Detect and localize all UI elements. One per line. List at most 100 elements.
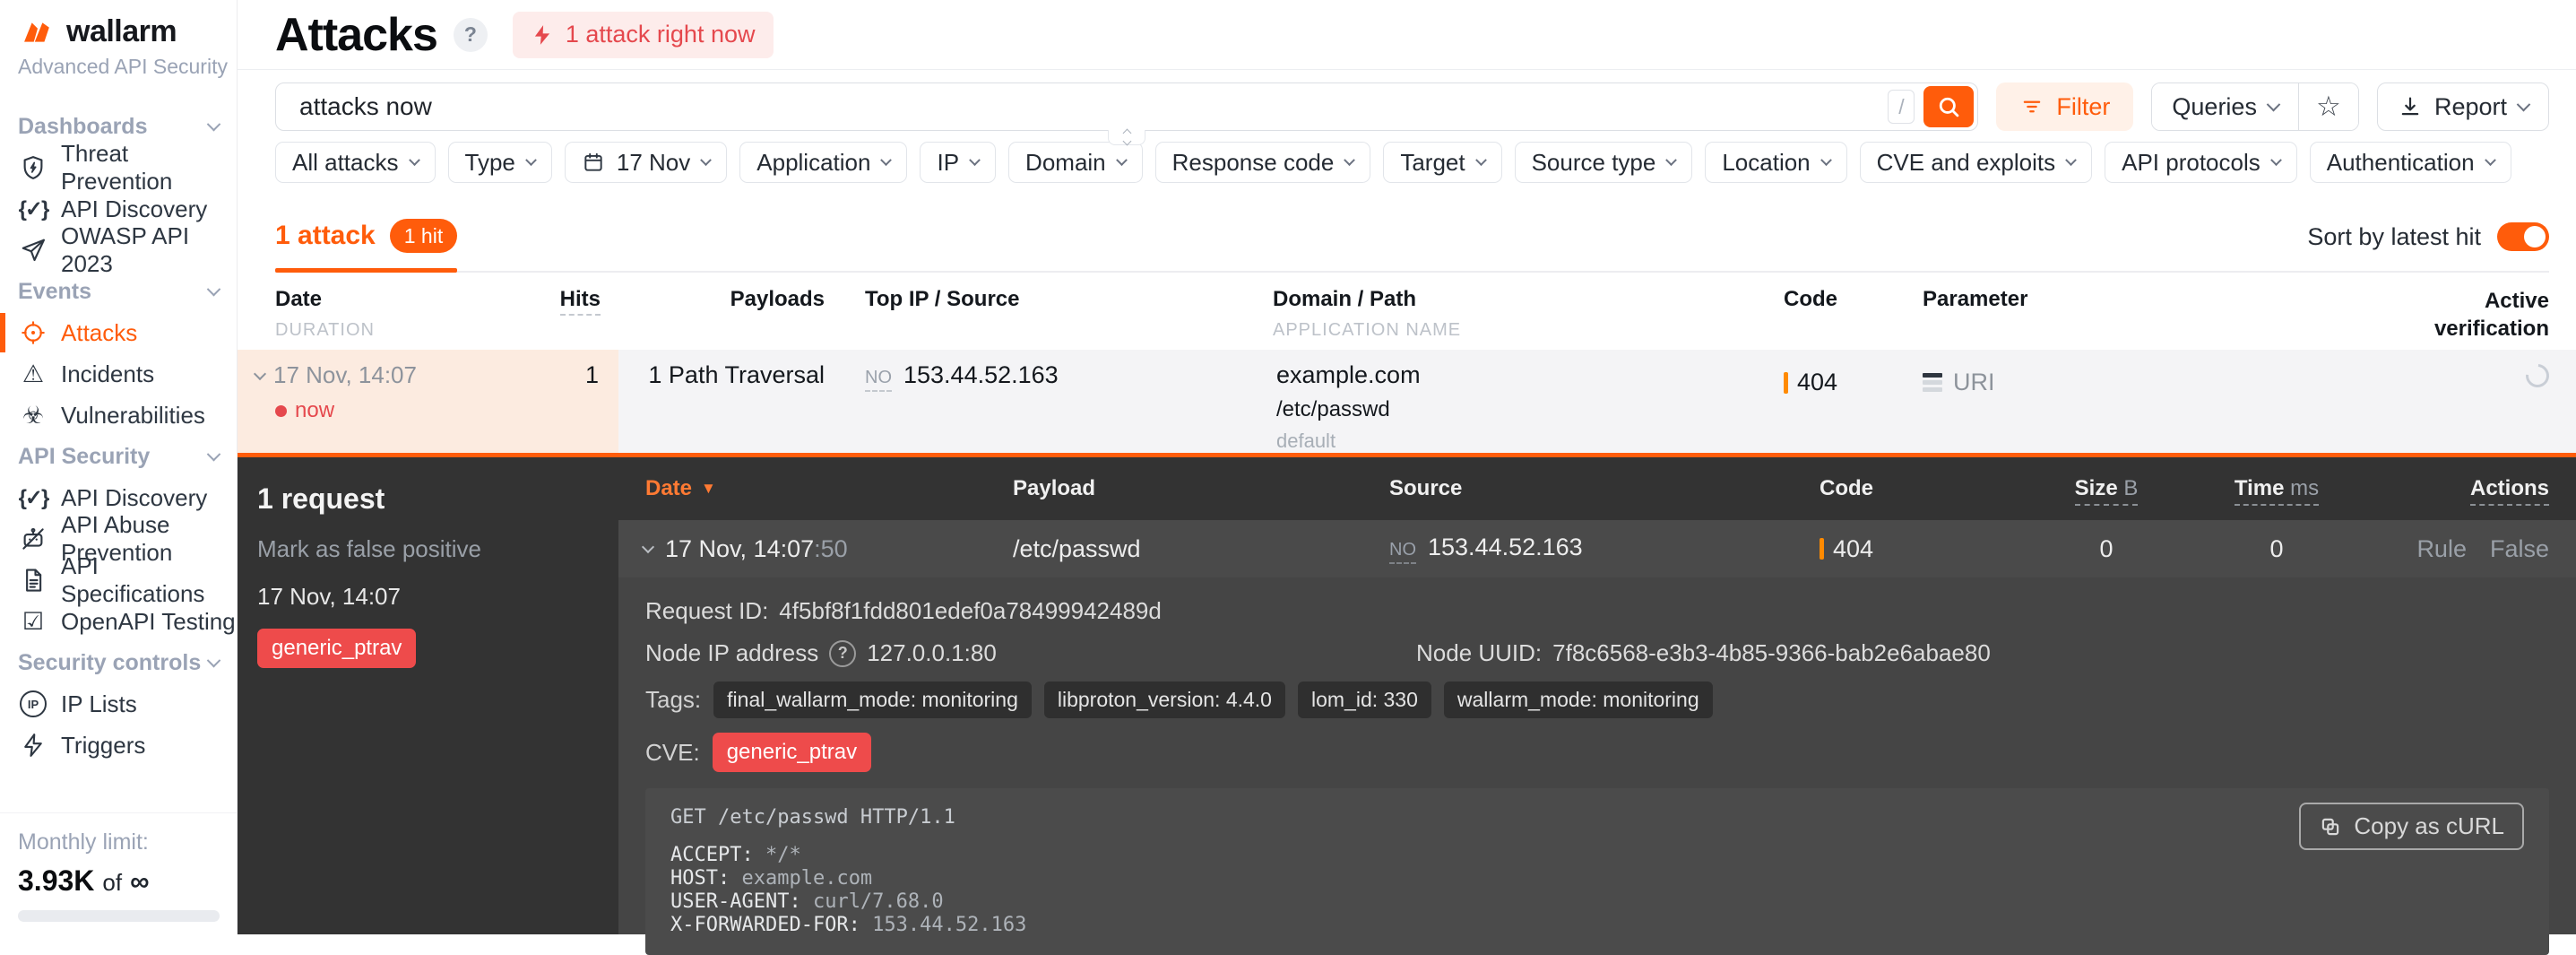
chip-ip[interactable]: IP [920, 142, 997, 183]
report-button[interactable]: Report [2376, 82, 2549, 131]
cve-row: CVE: generic_ptrav [645, 733, 2549, 772]
sidebar-section-security-controls[interactable]: Security controls [0, 642, 237, 683]
source-ip: 153.44.52.163 [1428, 534, 1583, 560]
application-name: default [1276, 430, 1336, 452]
chip-location[interactable]: Location [1705, 142, 1847, 183]
chip-api-protocols[interactable]: API protocols [2105, 142, 2297, 183]
help-icon[interactable]: ? [453, 17, 488, 52]
lightning-icon [534, 24, 549, 45]
sidebar-item-owasp-api-2023[interactable]: OWASP API 2023 [0, 222, 237, 277]
mark-false-positive-link[interactable]: Mark as false positive [257, 535, 618, 563]
chip-response-code[interactable]: Response code [1154, 142, 1371, 183]
chip-domain[interactable]: Domain [1008, 142, 1143, 183]
rule-action[interactable]: Rule [2416, 535, 2467, 563]
attack-date-cell[interactable]: 17 Nov, 14:07 now [238, 350, 547, 453]
chip-date[interactable]: 17 Nov [564, 142, 728, 183]
bolt-icon [18, 732, 48, 759]
infinity-icon: ∞ [130, 867, 150, 897]
tag: wallarm_mode: monitoring [1443, 682, 1713, 718]
sidebar-item-vulnerabilities[interactable]: ☣ Vulnerabilities [0, 395, 237, 436]
sidebar-item-triggers[interactable]: Triggers [0, 725, 237, 766]
chip-source-type[interactable]: Source type [1514, 142, 1693, 183]
search-expand-handle[interactable] [1108, 128, 1146, 146]
col-date-sorted[interactable]: Date ▼ [618, 476, 1013, 501]
node-uuid-line: Node UUID: 7f8c6568-e3b3-4b85-9366-bab2e… [1416, 639, 1991, 666]
tab-attacks-count[interactable]: 1 attack 1 hit [275, 219, 458, 273]
chip-type[interactable]: Type [447, 142, 552, 183]
col-actions[interactable]: Actions [2366, 476, 2549, 506]
sidebar-nav: Dashboards Threat Prevention {✓} API Dis… [0, 106, 237, 766]
country-code: NO [1389, 540, 1416, 564]
parameter-icon [1923, 373, 1942, 392]
request-row[interactable]: 17 Nov, 14:07:50 /etc/passwd NO 153.44.5… [618, 520, 2576, 577]
col-source: Source [1389, 476, 1463, 500]
filter-icon [2024, 100, 2041, 113]
attack-status: now [275, 398, 547, 423]
false-action[interactable]: False [2490, 535, 2549, 563]
sidebar-item-incidents[interactable]: ⚠ Incidents [0, 353, 237, 395]
chevron-down-icon [1820, 153, 1832, 166]
col-hits[interactable]: Hits [547, 287, 618, 316]
attack-domain-cell: example.com /etc/passwd default [1273, 350, 1779, 453]
wallarm-logo-icon [24, 22, 49, 42]
http-header: X-FORWARDED-FOR: 153.44.52.163 [670, 914, 1027, 936]
sidebar-item-openapi-testing[interactable]: ☑ OpenAPI Testing [0, 601, 237, 642]
queries-button[interactable]: Queries [2152, 83, 2299, 130]
request-code-cell: 404 [1820, 535, 2026, 563]
copy-as-curl-button[interactable]: Copy as cURL [2299, 803, 2524, 850]
chevron-down-icon [641, 540, 655, 554]
http-request-line: GET /etc/passwd HTTP/1.1 [670, 806, 955, 829]
request-details: Request ID: 4f5bf8f1fdd801edef0a78499942… [618, 577, 2576, 955]
col-code: Code [1784, 287, 1837, 311]
sidebar-item-attacks[interactable]: Attacks [0, 312, 237, 353]
sidebar-item-threat-prevention[interactable]: Threat Prevention [0, 140, 237, 195]
chip-authentication[interactable]: Authentication [2309, 142, 2511, 183]
chip-application[interactable]: Application [739, 142, 908, 183]
shield-icon [18, 154, 48, 181]
attack-type-tag[interactable]: generic_ptrav [257, 629, 417, 668]
chip-target[interactable]: Target [1383, 142, 1502, 183]
wallarm-logo[interactable]: wallarm [0, 14, 237, 49]
chevron-down-icon [206, 447, 221, 461]
chevron-down-icon [2266, 97, 2281, 111]
monthly-limit-value: 3.93K of ∞ [18, 864, 150, 897]
request-date-cell[interactable]: 17 Nov, 14:07:50 [618, 535, 1013, 563]
calendar-icon [584, 152, 602, 171]
attack-parameter-cell: URI [1918, 350, 2420, 404]
attack-hits-cell: 1 [547, 350, 618, 453]
panel-requests: Date ▼ Payload Source Code Size B Time m… [618, 457, 2576, 955]
biohazard-icon: ☣ [22, 401, 45, 429]
queries-group: Queries ☆ [2151, 82, 2359, 131]
hits-badge: 1 hit [389, 219, 458, 253]
request-size-cell: 0 [2099, 534, 2114, 562]
cve-tag[interactable]: generic_ptrav [712, 733, 872, 772]
chevron-down-icon [525, 153, 537, 166]
chevron-down-icon [2516, 97, 2531, 111]
col-time[interactable]: Time ms [2187, 476, 2366, 506]
chip-all-attacks[interactable]: All attacks [275, 142, 436, 183]
col-payload: Payload [1013, 476, 1096, 500]
http-request-block: GET /etc/passwd HTTP/1.1 ACCEPT: */* HOS… [645, 788, 2549, 955]
help-icon[interactable]: ? [829, 639, 857, 667]
sidebar-item-ip-lists[interactable]: IP IP Lists [0, 683, 237, 725]
country-code: NO [865, 368, 892, 392]
node-ip-value: 127.0.0.1:80 [867, 639, 997, 666]
request-id-line: Request ID: 4f5bf8f1fdd801edef0a78499942… [645, 597, 1162, 624]
star-icon: ☆ [2316, 91, 2341, 122]
favorite-queries-button[interactable]: ☆ [2298, 83, 2358, 130]
chevron-down-icon [880, 153, 893, 166]
attack-table-row[interactable]: 17 Nov, 14:07 now 1 1 Path Traversal NO … [238, 350, 2576, 457]
sidebar: wallarm Advanced API Security Dashboards… [0, 0, 238, 934]
sidebar-item-api-specifications[interactable]: API Specifications [0, 552, 237, 607]
chevron-down-icon [206, 282, 221, 296]
search-input[interactable] [276, 92, 1889, 121]
sort-toggle[interactable] [2497, 222, 2549, 251]
sidebar-section-events[interactable]: Events [0, 271, 237, 312]
col-size[interactable]: Size B [2026, 476, 2187, 506]
panel-summary: 1 request Mark as false positive 17 Nov,… [238, 457, 618, 934]
filter-button[interactable]: Filter [1996, 82, 2134, 131]
search-button[interactable] [1923, 86, 1975, 127]
sidebar-section-api-security[interactable]: API Security [0, 436, 237, 477]
http-header: HOST: example.com [670, 867, 873, 890]
chip-cve-and-exploits[interactable]: CVE and exploits [1859, 142, 2093, 183]
